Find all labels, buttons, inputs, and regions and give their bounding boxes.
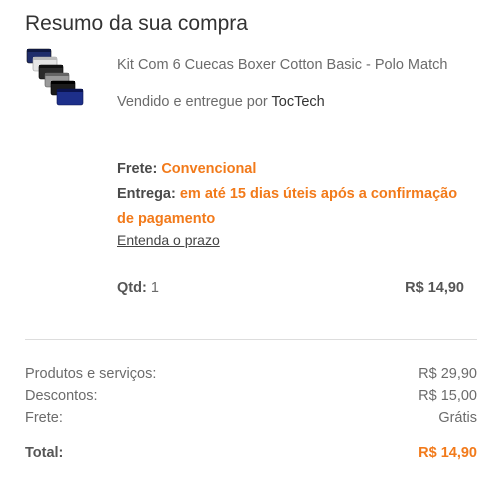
total-value: R$ 14,90 — [418, 445, 477, 461]
page-title: Resumo da sua compra — [25, 12, 248, 35]
item-price: R$ 14,90 — [405, 280, 464, 296]
quantity-value: 1 — [150, 280, 159, 296]
prazo-link[interactable]: Entenda o prazo — [117, 232, 220, 248]
summary-frete-value: Grátis — [438, 410, 477, 426]
entrega-label: Entrega: — [117, 186, 176, 202]
frete-value: Convencional — [161, 161, 257, 177]
produtos-label: Produtos e serviços: — [25, 366, 157, 382]
seller-info: Vendido e entregue por TocTech — [117, 94, 325, 110]
entrega-line: Entrega: em até 15 dias úteis após a con… — [117, 182, 477, 232]
summary-row-total: Total: R$ 14,90 — [25, 445, 477, 461]
descontos-label: Descontos: — [25, 388, 98, 404]
frete-label: Frete: — [117, 161, 158, 177]
summary-row-frete: Frete: Grátis — [25, 410, 477, 426]
product-name[interactable]: Kit Com 6 Cuecas Boxer Cotton Basic - Po… — [117, 57, 447, 73]
quantity: Qtd: 1 — [117, 280, 159, 296]
summary-row-produtos: Produtos e serviços: R$ 29,90 — [25, 366, 477, 382]
frete-line: Frete: Convencional — [117, 157, 477, 182]
produtos-value: R$ 29,90 — [418, 366, 477, 382]
summary-frete-label: Frete: — [25, 410, 63, 426]
summary-row-descontos: Descontos: R$ 15,00 — [25, 388, 477, 404]
product-thumbnail[interactable] — [24, 46, 88, 110]
divider — [25, 339, 477, 340]
seller-name: TocTech — [271, 94, 325, 110]
seller-prefix: Vendido e entregue por — [117, 94, 268, 110]
total-label: Total: — [25, 445, 64, 461]
quantity-label: Qtd: — [117, 280, 147, 296]
shipping-info: Frete: Convencional Entrega: em até 15 d… — [117, 157, 477, 232]
descontos-value: R$ 15,00 — [418, 388, 477, 404]
boxer-briefs-product-image — [26, 48, 84, 106]
